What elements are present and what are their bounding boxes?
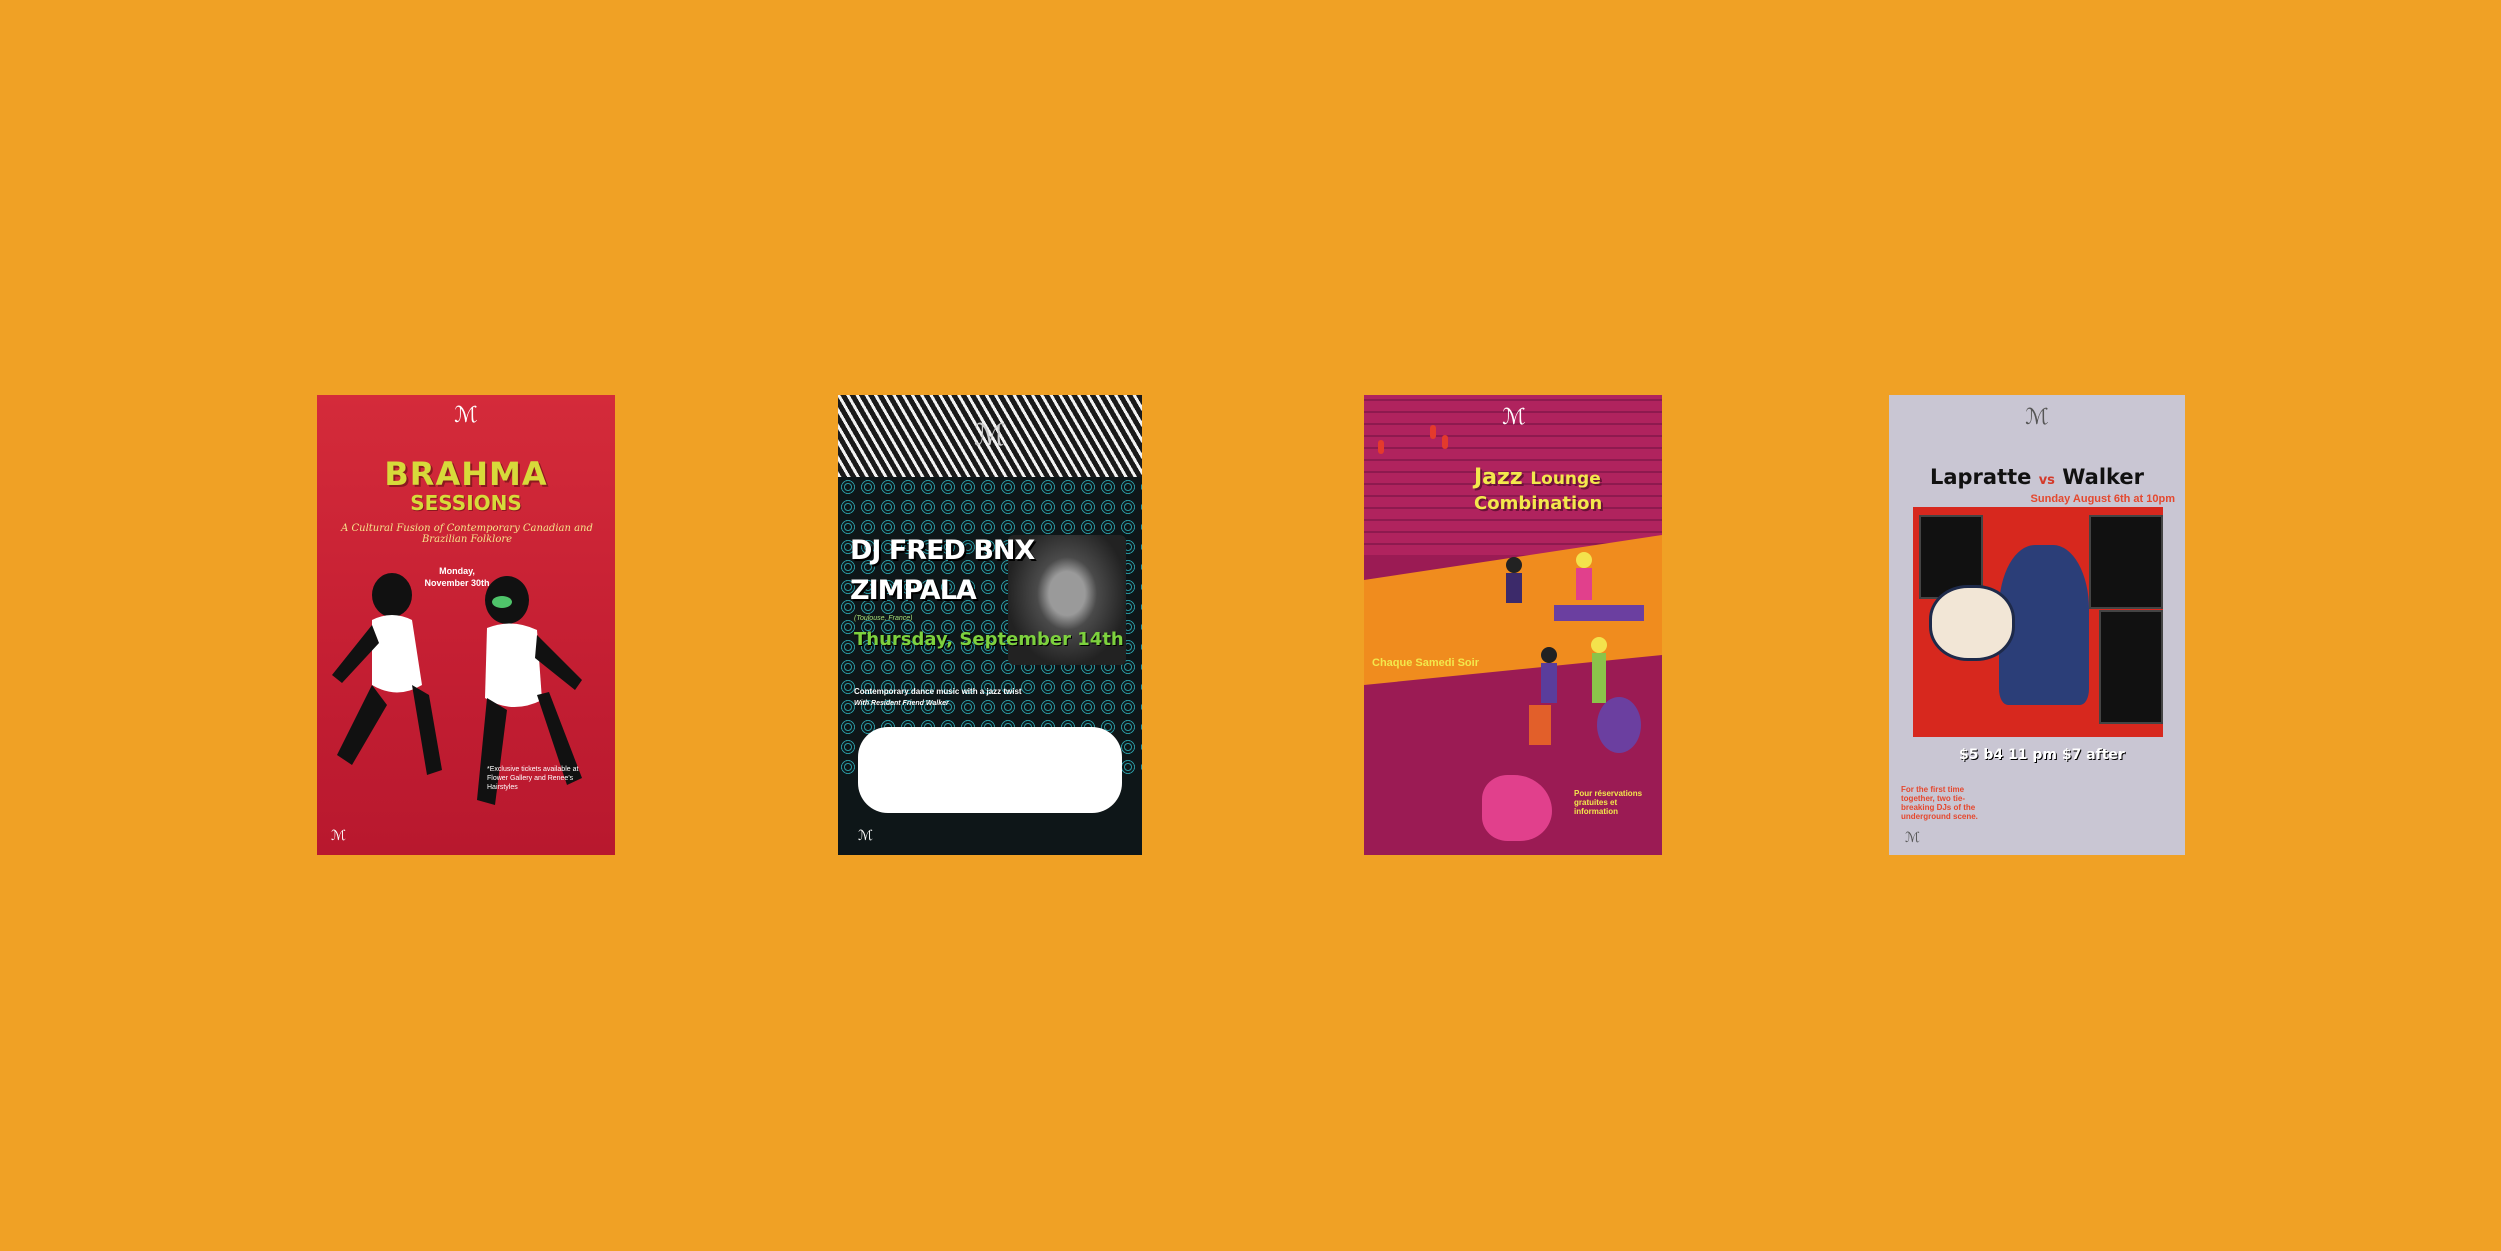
title-jazz-lounge: Jazz Lounge bbox=[1474, 465, 1601, 490]
event-blurb: For the first time together, two tie-bre… bbox=[1901, 785, 1978, 821]
poster-jazz-lounge: ℳ Jazz Lounge Combination Chaque Samedi … bbox=[1364, 395, 1662, 855]
orange-backdrop: ℳ BRAHMA SESSIONS A Cultural Fusion of C… bbox=[0, 0, 2501, 1251]
ticket-price: $5 b4 11 pm $7 after bbox=[1959, 747, 2125, 763]
dancer-illustration-right bbox=[477, 576, 582, 805]
resident-line: With Resident Friend Walker bbox=[854, 700, 949, 707]
speaker-icon bbox=[2099, 610, 2163, 724]
fight-title: Lapratte vs Walker bbox=[1929, 465, 2145, 489]
venue-logo-small: ℳ bbox=[858, 828, 873, 844]
act-name: ZIMPALA bbox=[850, 575, 977, 606]
headliner-name: DJ FRED BNX bbox=[850, 535, 1035, 566]
poster-title: BRAHMA bbox=[384, 455, 548, 493]
decorative-blob bbox=[1482, 775, 1552, 841]
schedule-line: Chaque Samedi Soir bbox=[1372, 657, 1479, 669]
fist-illustration bbox=[1929, 585, 2015, 661]
description-cloud bbox=[858, 727, 1122, 813]
poster-brahma-sessions: ℳ BRAHMA SESSIONS A Cultural Fusion of C… bbox=[317, 395, 615, 855]
poster-lapratte-vs-walker: ℳ Lapratte vs Walker Sunday August 6th a… bbox=[1889, 395, 2185, 855]
poster-dj-fred-bnx: ℳ DJ FRED BNX ZIMPALA (Toulouse, France)… bbox=[838, 395, 1142, 855]
event-tagline: Contemporary dance music with a jazz twi… bbox=[854, 687, 1022, 696]
event-date: Sunday August 6th at 10pm bbox=[2030, 493, 2175, 505]
venue-logo: ℳ bbox=[2025, 405, 2049, 430]
act-location: (Toulouse, France) bbox=[854, 615, 913, 622]
ticket-note: *Exclusive tickets available at Flower G… bbox=[487, 766, 579, 791]
venue-logo-small: ℳ bbox=[331, 828, 346, 844]
info-line: Pour réservations gratuites et informati… bbox=[1574, 789, 1643, 816]
speaker-icon bbox=[2089, 515, 2163, 609]
venue-logo-small: ℳ bbox=[1905, 830, 1920, 846]
poster-tagline: A Cultural Fusion of Contemporary Canadi… bbox=[341, 523, 593, 545]
lamp-icon bbox=[1442, 435, 1448, 449]
venue-logo: ℳ bbox=[454, 403, 478, 428]
event-date: Thursday, September 14th bbox=[854, 629, 1124, 650]
poster-subtitle: SESSIONS bbox=[410, 491, 522, 515]
venue-logo: ℳ bbox=[1502, 405, 1526, 430]
title-combination: Combination bbox=[1474, 493, 1603, 514]
lamp-icon bbox=[1378, 440, 1384, 454]
venue-logo: ℳ bbox=[973, 418, 1007, 453]
lamp-icon bbox=[1430, 425, 1436, 439]
